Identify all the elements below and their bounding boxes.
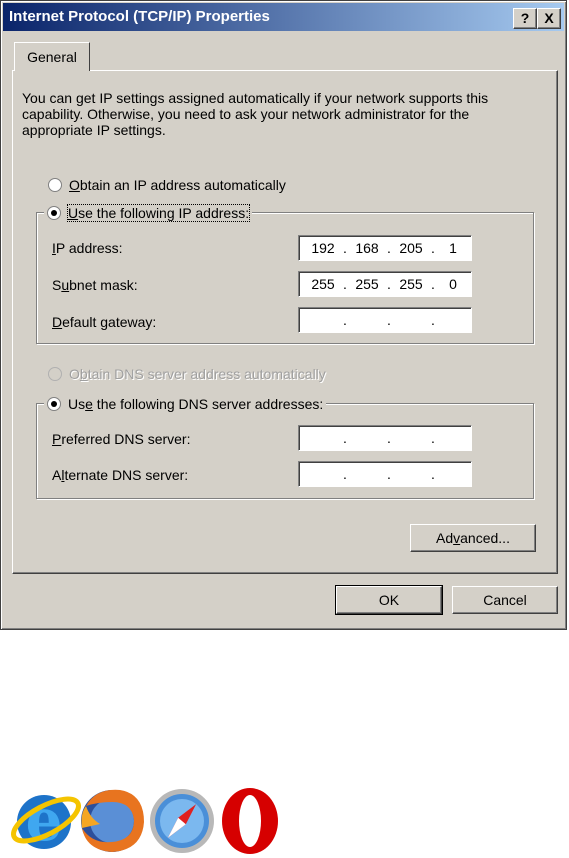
help-button[interactable]: ? — [513, 8, 537, 29]
ok-button[interactable]: OK — [335, 585, 443, 615]
subnet-mask-field[interactable]: 255. 255. 255. 0 — [298, 271, 472, 297]
advanced-button[interactable]: Advanced... — [410, 524, 536, 552]
browser-logos: e — [11, 786, 278, 854]
radio-indicator — [48, 178, 62, 192]
preferred-dns-field[interactable]: . . . — [298, 425, 472, 451]
preferred-dns-label: Preferred DNS server: — [52, 431, 191, 447]
alternate-dns-label: Alternate DNS server: — [52, 467, 189, 483]
alternate-dns-field[interactable]: . . . — [298, 461, 472, 487]
title-bar[interactable]: Internet Protocol (TCP/IP) Properties ? … — [3, 3, 564, 31]
default-gateway-field[interactable]: . . . — [298, 307, 472, 333]
radio-indicator-checked — [47, 206, 61, 220]
radio-use-following-dns[interactable]: Use the following DNS server addresses: — [44, 396, 327, 412]
radio-indicator-checked — [47, 397, 61, 411]
radio-use-following-ip[interactable]: Use the following IP address: — [44, 204, 253, 222]
close-button[interactable]: X — [537, 8, 561, 29]
radio-indicator — [48, 367, 62, 381]
opera-icon — [222, 788, 278, 854]
tab-general[interactable]: General — [14, 42, 90, 71]
radio-obtain-dns-auto: Obtain DNS server address automatically — [48, 366, 326, 382]
window-title: Internet Protocol (TCP/IP) Properties — [9, 8, 270, 25]
radio-obtain-ip-auto[interactable]: Obtain an IP address automatically — [48, 177, 286, 193]
svg-text:e: e — [26, 786, 63, 854]
ip-address-field[interactable]: 192. 168. 205. 1 — [298, 235, 472, 261]
intro-description: You can get IP settings assigned automat… — [22, 90, 489, 138]
firefox-icon — [81, 789, 144, 852]
default-gateway-label: Default gateway: — [52, 314, 157, 330]
ip-address-label: IP address: — [52, 240, 123, 256]
cancel-button[interactable]: Cancel — [452, 586, 558, 614]
internet-explorer-icon: e — [11, 786, 81, 854]
subnet-mask-label: Subnet mask: — [52, 277, 138, 293]
safari-icon — [150, 789, 214, 853]
